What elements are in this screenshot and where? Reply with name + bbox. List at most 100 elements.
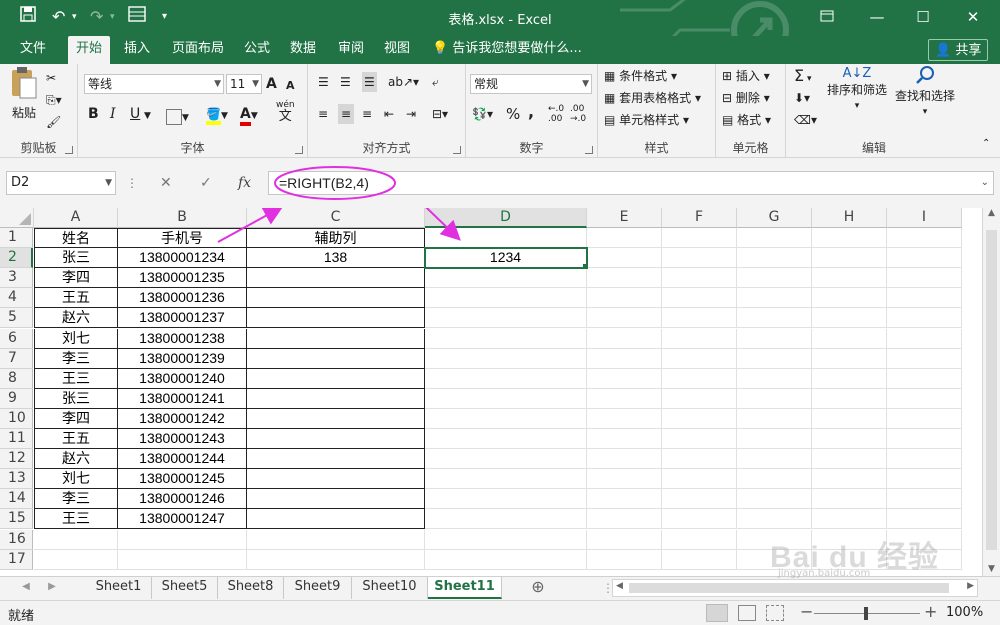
autosum-button[interactable]: Σ ▾ [794,66,812,89]
increase-decimal-icon[interactable]: ←.0.00 [548,104,564,124]
tab-home[interactable]: 开始 [68,36,111,64]
align-bottom-icon[interactable]: ☰ [362,72,377,92]
fill-handle[interactable] [582,263,586,268]
worksheet-grid[interactable]: ABCDEFGHI 1 姓名 手机号 辅助列 2 张三 13800001234 138 1234… [0,208,1000,576]
tab-file[interactable]: 文件 [12,36,54,64]
ribbon-display-options-icon[interactable] [812,4,842,30]
expand-formula-icon[interactable]: ⌄ [981,172,989,194]
paste-label: 粘贴 [11,106,36,120]
bold-button[interactable]: B [88,104,99,124]
page-layout-view-icon[interactable] [738,605,756,621]
sheet-tab[interactable]: Sheet8 [218,577,284,599]
cell-d2[interactable]: 1234 [424,247,588,270]
accounting-format-icon[interactable]: 💱▾ [472,104,493,124]
sheet-tab[interactable]: Sheet10 [352,577,428,599]
alignment-launcher-icon[interactable] [453,146,461,154]
sheet-tab[interactable]: Sheet1 [86,577,152,599]
tab-formulas[interactable]: 公式 [236,36,278,64]
format-cells-button[interactable]: ▤ 格式 ▾ [722,110,771,130]
font-name-combo[interactable]: 等线 ▼ [84,74,224,94]
scroll-tabs-left-icon[interactable]: ◀ [14,577,38,599]
tab-page-layout[interactable]: 页面布局 [164,36,232,64]
horizontal-scroll-thumb[interactable] [629,583,949,593]
format-as-table-button[interactable]: ▦ 套用表格格式 ▾ [604,88,701,108]
percent-button[interactable]: % [506,104,520,124]
number-format-combo[interactable]: 常规 ▼ [470,74,592,94]
merge-center-icon[interactable]: ⊟▾ [432,104,448,124]
cut-icon[interactable]: ✂ [46,68,56,88]
tab-review[interactable]: 审阅 [330,36,372,64]
scroll-left-icon[interactable]: ◀ [616,581,623,591]
tab-data[interactable]: 数据 [282,36,324,64]
horizontal-scrollbar[interactable]: ◀ ▶ [612,579,978,597]
close-button[interactable]: ✕ [958,4,988,30]
minimize-button[interactable]: — [862,4,892,30]
vertical-scrollbar[interactable]: ▲ ▼ [982,208,1000,576]
enter-formula-icon[interactable]: ✓ [200,171,212,195]
find-select-button[interactable]: 查找和选择 ▾ [892,66,958,120]
clear-icon[interactable]: ⌫▾ [794,110,817,130]
phonetic-icon[interactable]: wén 文 [276,100,295,124]
paste-button[interactable]: 粘贴 [8,66,40,122]
chevron-down-icon[interactable]: ▼ [144,106,151,126]
cell-styles-icon: ▤ [604,113,616,127]
font-color-icon[interactable]: A▼ [240,104,258,126]
zoom-level[interactable]: 100% [946,605,983,620]
cell-styles-button[interactable]: ▤ 单元格样式 ▾ [604,110,689,130]
wrap-text-icon[interactable]: ⤶ [432,72,439,92]
scroll-up-icon[interactable]: ▲ [983,208,1000,218]
splitter-icon[interactable]: ⋮ [126,171,138,195]
number-launcher-icon[interactable] [585,146,593,154]
align-middle-icon[interactable]: ☰ [340,72,351,92]
scroll-down-icon[interactable]: ▼ [983,564,1000,574]
collapse-ribbon-icon[interactable]: ⌃ [982,134,990,154]
zoom-slider-thumb[interactable] [864,607,868,620]
sheet-tab-active[interactable]: Sheet11 [428,577,502,599]
increase-indent-icon[interactable]: ⇥ [406,104,416,124]
align-center-icon[interactable]: ≡ [338,104,355,124]
fill-color-icon[interactable]: 🪣▼ [206,104,228,126]
align-left-icon[interactable]: ≡ [318,104,328,124]
orientation-icon[interactable]: ab↗▾ [388,72,419,92]
sheet-tab[interactable]: Sheet5 [152,577,218,599]
insert-function-icon[interactable]: fx [238,171,251,195]
sort-filter-button[interactable]: A↓Z 排序和筛选 ▾ [826,66,888,114]
tab-view[interactable]: 视图 [376,36,418,64]
sheet-tab[interactable]: Sheet9 [284,577,352,599]
fill-icon[interactable]: ⬇▾ [794,88,810,108]
scroll-right-icon[interactable]: ▶ [967,581,974,591]
align-top-icon[interactable]: ☰ [318,72,329,92]
share-button[interactable]: 👤 共享 [928,39,989,61]
zoom-in-button[interactable]: + [924,602,937,621]
name-box[interactable]: D2 ▼ [6,171,116,195]
zoom-out-button[interactable]: − [800,602,813,621]
vertical-scroll-thumb[interactable] [986,230,997,550]
annotation-arrow-result [425,208,461,241]
add-sheet-button[interactable]: ⊕ [524,577,552,599]
comma-button[interactable]: , [528,102,534,122]
normal-view-icon[interactable] [706,604,728,622]
borders-icon[interactable]: ▼ [166,106,189,128]
format-painter-icon[interactable]: 🖌 [46,112,61,132]
font-launcher-icon[interactable] [295,146,303,154]
clipboard-launcher-icon[interactable] [65,146,73,154]
maximize-button[interactable]: ☐ [908,4,938,30]
scroll-tabs-right-icon[interactable]: ▶ [40,577,64,599]
font-size-combo[interactable]: 11 ▼ [226,74,262,94]
copy-icon[interactable]: ⎘▾ [46,90,62,110]
decrease-indent-icon[interactable]: ⇤ [384,104,394,124]
tell-me-box[interactable]: 💡 告诉我您想要做什么... [432,36,582,64]
delete-cells-button[interactable]: ⊟ 删除 ▾ [722,88,770,108]
grow-font-button[interactable]: A [266,74,277,94]
shrink-font-button[interactable]: A [286,76,295,96]
insert-cells-button[interactable]: ⊞ 插入 ▾ [722,66,770,86]
cancel-formula-icon[interactable]: ✕ [160,171,172,195]
conditional-formatting-button[interactable]: ▦ 条件格式 ▾ [604,66,677,86]
decrease-decimal-icon[interactable]: .00 →.0 [570,104,586,124]
tab-insert[interactable]: 插入 [116,36,158,64]
underline-button[interactable]: U [130,104,140,124]
sort-filter-icon: A↓Z [842,66,872,81]
italic-button[interactable]: I [110,104,116,124]
align-right-icon[interactable]: ≡ [362,104,372,124]
page-break-view-icon[interactable] [766,605,784,621]
